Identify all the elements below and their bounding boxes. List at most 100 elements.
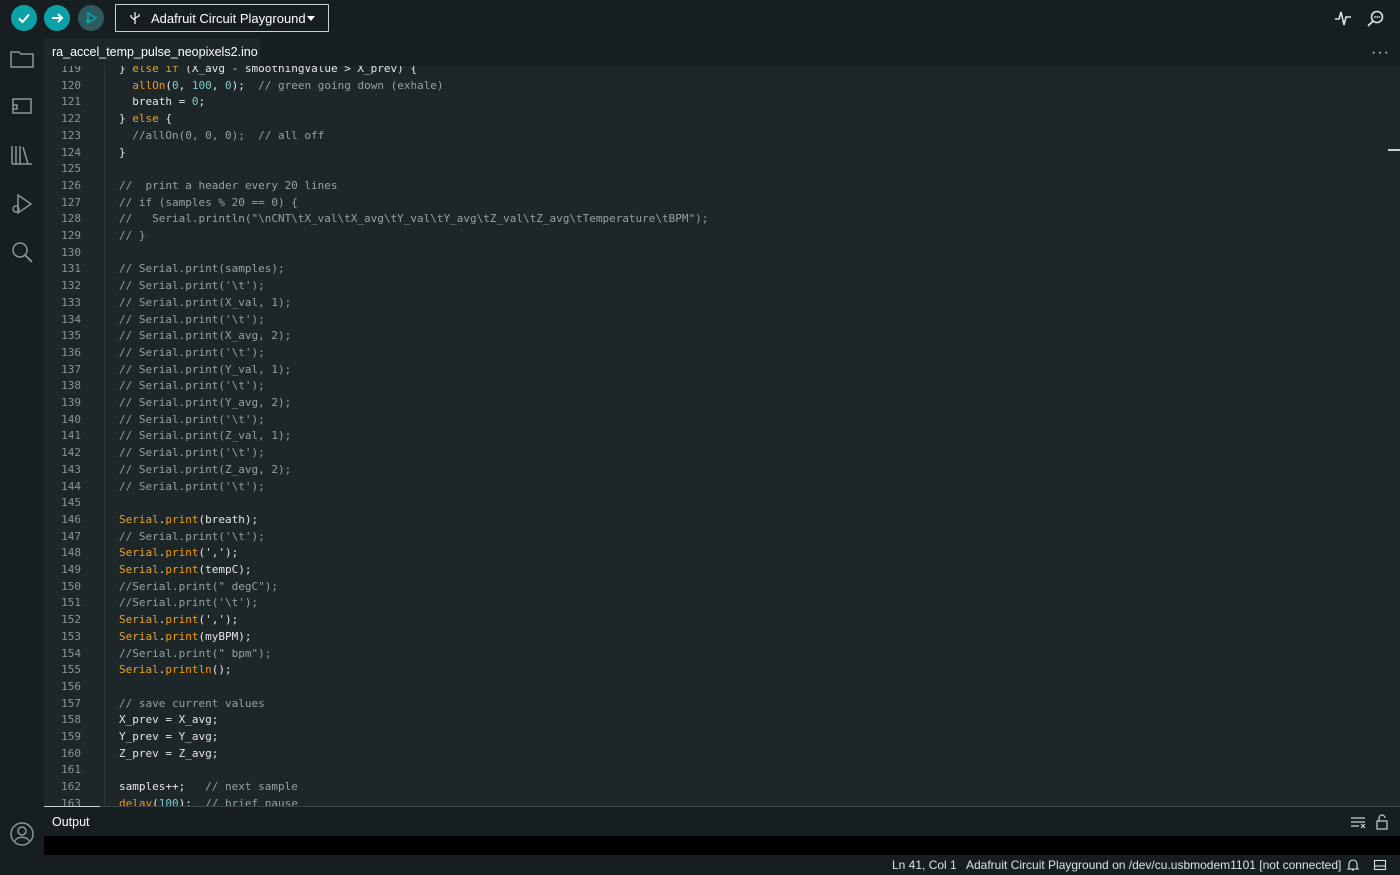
code-text: // Serial.print(Z_val, 1);: [119, 429, 292, 443]
code-line[interactable]: 148 Serial.print(',');: [44, 545, 1400, 562]
code-line[interactable]: 143 // Serial.print(Z_avg, 2);: [44, 462, 1400, 479]
code-line[interactable]: 149 Serial.print(tempC);: [44, 562, 1400, 579]
code-line[interactable]: 147 // Serial.print('\t');: [44, 529, 1400, 546]
code-line[interactable]: 145: [44, 495, 1400, 512]
code-line[interactable]: 141 // Serial.print(Z_val, 1);: [44, 428, 1400, 445]
code-line[interactable]: 137 // Serial.print(Y_val, 1);: [44, 362, 1400, 379]
code-line[interactable]: 134 // Serial.print('\t');: [44, 312, 1400, 329]
code-line[interactable]: 160 Z_prev = Z_avg;: [44, 746, 1400, 763]
code-line[interactable]: 130: [44, 245, 1400, 262]
library-manager-icon[interactable]: [9, 142, 35, 168]
code-line[interactable]: 142 // Serial.print('\t');: [44, 445, 1400, 462]
status-bar: Ln 41, Col 1 Adafruit Circuit Playground…: [0, 855, 1400, 875]
code-line[interactable]: 133 // Serial.print(X_val, 1);: [44, 295, 1400, 312]
verify-button[interactable]: [11, 5, 37, 31]
line-number: 121: [61, 95, 81, 109]
code-line[interactable]: 124}: [44, 145, 1400, 162]
code-text: Y_prev = Y_avg;: [119, 730, 219, 743]
line-number: 155: [61, 663, 81, 677]
code-line[interactable]: 125: [44, 161, 1400, 178]
code-line[interactable]: 154 //Serial.print(" bpm");: [44, 646, 1400, 663]
code-line[interactable]: 153 Serial.print(myBPM);: [44, 629, 1400, 646]
code-line[interactable]: 131 // Serial.print(samples);: [44, 261, 1400, 278]
code-line[interactable]: 136 // Serial.print('\t');: [44, 345, 1400, 362]
code-text: // if (samples % 20 == 0) {: [119, 195, 298, 209]
serial-monitor-icon[interactable]: [1366, 8, 1386, 28]
code-text: // Serial.print('\t');: [119, 312, 265, 326]
serial-plotter-icon[interactable]: [1333, 8, 1353, 28]
code-line[interactable]: 121 breath = 0;: [44, 94, 1400, 111]
code-line[interactable]: 146 Serial.print(breath);: [44, 512, 1400, 529]
code-line[interactable]: 132 // Serial.print('\t');: [44, 278, 1400, 295]
code-line[interactable]: 156: [44, 679, 1400, 696]
code-line[interactable]: 120 allOn(0, 100, 0); // green going dow…: [44, 78, 1400, 95]
code-line[interactable]: 123 //allOn(0, 0, 0); // all off: [44, 128, 1400, 145]
code-text: samples++; // next sample: [119, 780, 298, 794]
debug-icon: [86, 11, 98, 25]
code-line[interactable]: 129 // }: [44, 228, 1400, 245]
board-selector[interactable]: Adafruit Circuit Playground: [115, 4, 329, 32]
code-text: //Serial.print(" degC");: [119, 579, 278, 593]
code-line[interactable]: 119} else if (X_avg - smoothingValue > X…: [44, 66, 1400, 78]
upload-button[interactable]: [44, 5, 70, 31]
tab-sketch-file[interactable]: ra_accel_temp_pulse_neopixels2.ino: [44, 38, 260, 66]
scroll-lock-icon[interactable]: [1374, 814, 1390, 830]
code-line[interactable]: 128 // Serial.println("\nCNT\tX_val\tX_av…: [44, 211, 1400, 228]
code-line[interactable]: 157 // save current values: [44, 696, 1400, 713]
code-line[interactable]: 151 //Serial.print('\t');: [44, 595, 1400, 612]
line-number: 132: [61, 279, 81, 293]
code-line[interactable]: 163 delay(100); // brief pause: [44, 796, 1400, 806]
toggle-panel-icon[interactable]: [1373, 858, 1387, 872]
tab-label: ra_accel_temp_pulse_neopixels2.ino: [52, 45, 258, 59]
sketchbook-folder-icon[interactable]: [9, 46, 35, 72]
line-number: 133: [61, 295, 81, 309]
line-number: 129: [61, 229, 81, 242]
scroll-position-marker[interactable]: [1388, 149, 1400, 151]
code-editor[interactable]: 119} else if (X_avg - smoothingValue > X…: [44, 66, 1400, 806]
code-line[interactable]: 144 // Serial.print('\t');: [44, 479, 1400, 496]
code-line[interactable]: 122} else {: [44, 111, 1400, 128]
code-line[interactable]: 152 Serial.print(',');: [44, 612, 1400, 629]
code-text: // }: [119, 229, 146, 242]
line-number: 151: [61, 596, 81, 610]
line-number: 147: [61, 529, 81, 543]
output-console[interactable]: [44, 836, 1400, 855]
code-line[interactable]: 150 //Serial.print(" degC");: [44, 579, 1400, 596]
code-line[interactable]: 139 // Serial.print(Y_avg, 2);: [44, 395, 1400, 412]
cursor-position[interactable]: Ln 41, Col 1: [892, 858, 957, 872]
board-status[interactable]: Adafruit Circuit Playground on /dev/cu.u…: [966, 858, 1341, 872]
line-number: 120: [61, 78, 81, 92]
code-text: // Serial.print('\t');: [119, 412, 265, 426]
debug-icon[interactable]: [9, 191, 35, 217]
bell-icon[interactable]: [1346, 858, 1360, 872]
code-text: // Serial.print('\t');: [119, 529, 265, 543]
more-options-icon[interactable]: ···: [1371, 44, 1390, 62]
code-line[interactable]: 127 // if (samples % 20 == 0) {: [44, 195, 1400, 212]
code-line[interactable]: 135 // Serial.print(X_avg, 2);: [44, 328, 1400, 345]
profile-icon[interactable]: [9, 821, 35, 847]
board-name: Adafruit Circuit Playground: [151, 10, 306, 26]
code-line[interactable]: 161: [44, 762, 1400, 779]
code-line[interactable]: 158 X_prev = X_avg;: [44, 712, 1400, 729]
code-line[interactable]: 162 samples++; // next sample: [44, 779, 1400, 796]
boards-manager-icon[interactable]: [9, 93, 35, 119]
check-icon: [18, 13, 30, 24]
line-number: 161: [61, 763, 81, 777]
code-line[interactable]: 140 // Serial.print('\t');: [44, 412, 1400, 429]
code-text: Z_prev = Z_avg;: [119, 746, 219, 760]
line-number: 162: [61, 780, 81, 794]
line-number: 156: [61, 679, 81, 693]
code-line[interactable]: 159 Y_prev = Y_avg;: [44, 729, 1400, 746]
line-number: 152: [61, 613, 81, 627]
code-line[interactable]: 138 // Serial.print('\t');: [44, 378, 1400, 395]
code-line[interactable]: 155 Serial.println();: [44, 662, 1400, 679]
search-icon[interactable]: [9, 239, 35, 265]
code-text: Serial.print(myBPM);: [119, 629, 252, 643]
chevron-down-icon: [307, 15, 315, 21]
output-header: Output: [44, 807, 1400, 836]
line-number: 134: [61, 312, 81, 326]
usb-icon: [130, 12, 140, 24]
clear-output-icon[interactable]: [1350, 814, 1366, 830]
debug-button[interactable]: [78, 5, 104, 31]
code-line[interactable]: 126 // print a header every 20 lines: [44, 178, 1400, 195]
